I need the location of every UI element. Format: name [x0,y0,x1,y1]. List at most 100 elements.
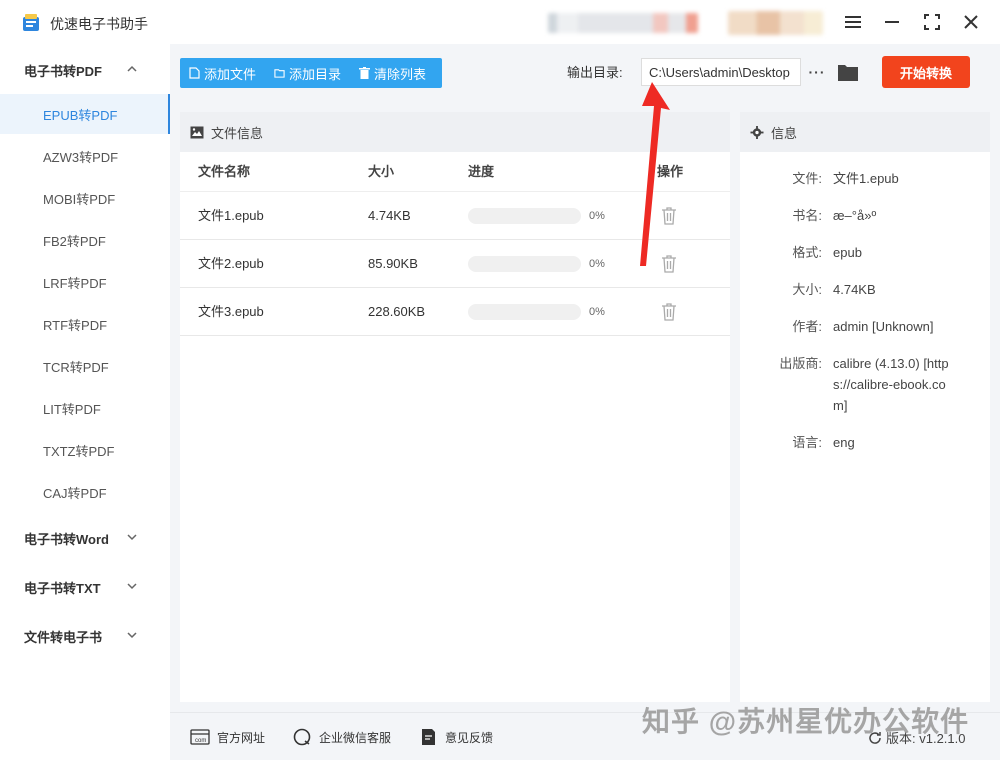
sidebar-item-label: FB2转PDF [43,233,106,249]
gear-icon [750,125,764,139]
progress-text: 0% [589,258,605,270]
title-bar: 优速电子书助手 [0,0,1000,44]
info-format: 格式: epub [740,242,990,263]
sidebar-group-label: 文件转电子书 [24,629,103,645]
sidebar-item-tcr-pdf[interactable]: TCR转PDF [0,346,170,386]
add-directory-button[interactable]: 添加目录 [265,58,350,88]
feedback-link[interactable]: 意见反馈 [418,728,493,746]
app-logo-icon [23,14,39,31]
progress-text: 0% [589,210,605,222]
table-row[interactable]: 文件1.epub 4.74KB 0% [180,192,730,240]
sidebar-item-azw3-pdf[interactable]: AZW3转PDF [0,136,170,176]
info-panel-title: 信息 [771,125,798,141]
sidebar-item-label: CAJ转PDF [43,485,107,501]
folder-icon[interactable] [837,62,859,82]
feedback-icon [422,729,435,745]
refresh-icon [869,731,881,744]
blurred-avatar [728,11,823,35]
official-website-link[interactable]: com 官方网址 [190,728,265,746]
sidebar-group-ebook[interactable]: 文件转电子书 [0,616,170,656]
file-icon [189,67,200,79]
chevron-down-icon [127,583,137,590]
col-size: 大小 [368,164,395,179]
info-panel: 信息 文件: 文件1.epub 书名: æ–°å»º 格式: epub 大小: 4.74… [740,112,990,702]
sidebar-item-label: MOBI转PDF [43,191,116,207]
file-size: 4.74KB [368,208,411,223]
info-book-title: 书名: æ–°å»º [740,205,990,226]
menu-icon[interactable] [841,10,865,34]
info-publisher: 出版商: calibre (4.13.0) [https://calibre-eb… [740,353,990,416]
wechat-support-link[interactable]: 企业微信客服 [292,728,391,746]
delete-icon[interactable] [661,303,677,321]
sidebar-group-label: 电子书转TXT [24,580,101,596]
progress-bar [468,304,581,320]
sidebar-item-rtf-pdf[interactable]: RTF转PDF [0,304,170,344]
sidebar-item-txtz-pdf[interactable]: TXTZ转PDF [0,430,170,470]
add-directory-label: 添加目录 [289,66,342,82]
chat-icon [293,728,311,746]
file-name: 文件2.epub [198,256,264,271]
file-name: 文件3.epub [198,304,264,319]
sidebar-item-mobi-pdf[interactable]: MOBI转PDF [0,178,170,218]
info-value: calibre (4.13.0) [https://calibre-ebook.… [833,356,949,413]
feedback-label: 意见反馈 [445,730,494,745]
blurred-account-info [548,13,698,33]
browse-more-button[interactable]: ··· [807,58,827,86]
info-panel-header: 信息 [740,112,990,152]
delete-icon[interactable] [661,255,677,273]
add-file-label: 添加文件 [204,66,257,82]
maximize-icon[interactable] [920,10,944,34]
sidebar-item-fb2-pdf[interactable]: FB2转PDF [0,220,170,260]
file-info-panel: 文件信息 文件名称 大小 进度 操作 文件1.epub 4.74KB 0% 文件… [180,112,730,702]
clear-list-label: 清除列表 [374,66,427,82]
col-action: 操作 [657,164,684,179]
table-header: 文件名称 大小 进度 操作 [180,152,730,192]
info-key: 大小: [792,282,822,297]
chevron-down-icon [127,632,137,639]
sidebar-item-label: TXTZ转PDF [43,443,115,459]
sidebar-item-lit-pdf[interactable]: LIT转PDF [0,388,170,428]
table-row[interactable]: 文件3.epub 228.60KB 0% [180,288,730,336]
sidebar: 电子书转PDF EPUB转PDF AZW3转PDF MOBI转PDF FB2转P… [0,44,170,760]
table-row[interactable]: 文件2.epub 85.90KB 0% [180,240,730,288]
toolbar: 添加文件 添加目录 清除列表 输出目录: ··· 开始转换 [170,44,1000,100]
delete-icon[interactable] [661,207,677,225]
info-file: 文件: 文件1.epub [740,168,990,189]
start-convert-button[interactable]: 开始转换 [882,56,970,88]
info-key: 格式: [792,245,822,260]
app-title: 优速电子书助手 [50,16,148,32]
file-name: 文件1.epub [198,208,264,223]
website-icon: com [190,729,210,745]
sidebar-item-caj-pdf[interactable]: CAJ转PDF [0,472,170,512]
add-file-button[interactable]: 添加文件 [180,58,265,88]
sidebar-group-word[interactable]: 电子书转Word [0,518,170,558]
info-key: 书名: [792,208,822,223]
info-value: æ–°å»º [833,208,877,223]
sidebar-item-label: EPUB转PDF [43,107,118,123]
sidebar-item-label: AZW3转PDF [43,149,119,165]
col-name: 文件名称 [198,164,251,179]
output-dir-input[interactable] [641,58,801,86]
trash-icon [359,67,371,79]
info-key: 出版商: [779,356,822,371]
close-icon[interactable] [959,10,983,34]
progress-bar [468,208,581,224]
sidebar-item-label: TCR转PDF [43,359,109,375]
sidebar-item-epub-pdf[interactable]: EPUB转PDF [0,94,170,134]
info-value: 4.74KB [833,282,876,297]
folder-outline-icon [274,69,285,78]
sidebar-group-pdf[interactable]: 电子书转PDF [0,50,170,90]
file-size: 228.60KB [368,304,426,319]
version-label: 版本: v1.2.1.0 [886,731,966,746]
sidebar-item-lrf-pdf[interactable]: LRF转PDF [0,262,170,302]
minimize-icon[interactable] [880,10,904,34]
info-value: epub [833,245,862,260]
info-key: 作者: [792,319,822,334]
file-size: 85.90KB [368,256,418,271]
col-progress: 进度 [468,164,495,179]
sidebar-group-txt[interactable]: 电子书转TXT [0,567,170,607]
sidebar-item-label: RTF转PDF [43,317,108,333]
file-action-group: 添加文件 添加目录 清除列表 [180,58,442,88]
sidebar-group-label: 电子书转Word [24,531,109,547]
clear-list-button[interactable]: 清除列表 [350,58,435,88]
